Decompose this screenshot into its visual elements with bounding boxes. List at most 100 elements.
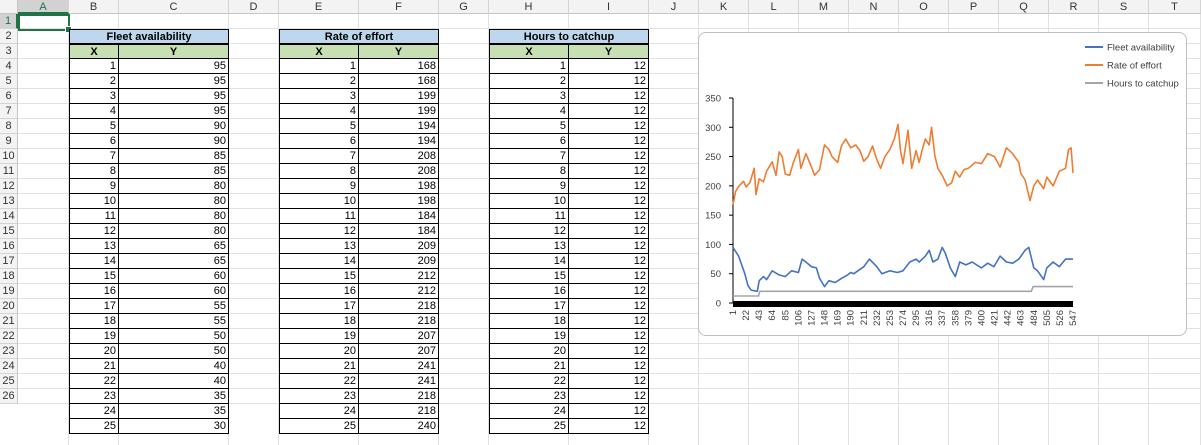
row-header-4[interactable]: 4 xyxy=(0,59,18,74)
row-header-12[interactable]: 12 xyxy=(0,179,18,194)
x-value-cell[interactable]: 25 xyxy=(69,419,119,434)
y-value-cell[interactable]: 85 xyxy=(118,164,229,179)
x-value-cell[interactable]: 2 xyxy=(69,74,119,89)
x-value-cell[interactable]: 4 xyxy=(489,104,569,119)
column-header-o[interactable]: O xyxy=(899,0,949,14)
x-value-cell[interactable]: 6 xyxy=(489,134,569,149)
y-value-cell[interactable]: 184 xyxy=(358,224,439,239)
y-value-cell[interactable]: 12 xyxy=(568,404,649,419)
x-value-cell[interactable]: 3 xyxy=(69,89,119,104)
x-value-cell[interactable]: 16 xyxy=(489,284,569,299)
y-value-cell[interactable]: 208 xyxy=(358,149,439,164)
y-value-cell[interactable]: 12 xyxy=(568,344,649,359)
y-value-cell[interactable]: 60 xyxy=(118,284,229,299)
x-value-cell[interactable]: 7 xyxy=(279,149,359,164)
row-header-25[interactable]: 25 xyxy=(0,374,18,389)
y-value-cell[interactable]: 212 xyxy=(358,284,439,299)
row-header-14[interactable]: 14 xyxy=(0,209,18,224)
y-value-cell[interactable]: 40 xyxy=(118,359,229,374)
x-value-cell[interactable]: 13 xyxy=(69,239,119,254)
column-header-b[interactable]: B xyxy=(69,0,119,14)
x-value-cell[interactable]: 20 xyxy=(279,344,359,359)
row-header-26[interactable]: 26 xyxy=(0,389,18,404)
x-value-cell[interactable]: 18 xyxy=(489,314,569,329)
x-value-cell[interactable]: 11 xyxy=(279,209,359,224)
x-value-cell[interactable]: 14 xyxy=(69,254,119,269)
x-value-cell[interactable]: 14 xyxy=(489,254,569,269)
row-header-6[interactable]: 6 xyxy=(0,89,18,104)
column-header-a[interactable]: A xyxy=(18,0,69,14)
x-value-cell[interactable]: 17 xyxy=(489,299,569,314)
x-value-cell[interactable]: 10 xyxy=(489,194,569,209)
y-value-cell[interactable]: 90 xyxy=(118,119,229,134)
y-value-cell[interactable]: 55 xyxy=(118,299,229,314)
y-value-cell[interactable]: 12 xyxy=(568,224,649,239)
x-value-cell[interactable]: 7 xyxy=(489,149,569,164)
x-value-cell[interactable]: 12 xyxy=(279,224,359,239)
x-value-cell[interactable]: 5 xyxy=(69,119,119,134)
y-value-cell[interactable]: 168 xyxy=(358,59,439,74)
y-value-cell[interactable]: 12 xyxy=(568,419,649,434)
column-header-t[interactable]: T xyxy=(1149,0,1201,14)
column-header-d[interactable]: D xyxy=(229,0,279,14)
row-header-2[interactable]: 2 xyxy=(0,29,18,44)
x-value-cell[interactable]: 25 xyxy=(489,419,569,434)
y-value-cell[interactable]: 85 xyxy=(118,149,229,164)
column-header-q[interactable]: Q xyxy=(999,0,1049,14)
row-header-15[interactable]: 15 xyxy=(0,224,18,239)
x-value-cell[interactable]: 8 xyxy=(69,164,119,179)
column-header-p[interactable]: P xyxy=(949,0,999,14)
select-all-corner[interactable] xyxy=(0,0,18,14)
column-header-l[interactable]: L xyxy=(749,0,799,14)
x-value-cell[interactable]: 24 xyxy=(489,404,569,419)
y-value-cell[interactable]: 218 xyxy=(358,299,439,314)
x-value-cell[interactable]: 11 xyxy=(69,209,119,224)
row-header-20[interactable]: 20 xyxy=(0,299,18,314)
row-header-17[interactable]: 17 xyxy=(0,254,18,269)
y-value-cell[interactable]: 218 xyxy=(358,404,439,419)
x-value-cell[interactable]: 9 xyxy=(489,179,569,194)
y-value-cell[interactable]: 65 xyxy=(118,254,229,269)
row-header-1[interactable]: 1 xyxy=(0,14,18,29)
y-value-cell[interactable]: 30 xyxy=(118,419,229,434)
x-value-cell[interactable]: 2 xyxy=(279,74,359,89)
y-value-cell[interactable]: 218 xyxy=(358,314,439,329)
column-header-n[interactable]: N xyxy=(849,0,899,14)
x-value-cell[interactable]: 21 xyxy=(489,359,569,374)
y-value-cell[interactable]: 199 xyxy=(358,89,439,104)
y-value-cell[interactable]: 12 xyxy=(568,119,649,134)
x-value-cell[interactable]: 22 xyxy=(489,374,569,389)
active-cell-a1[interactable] xyxy=(18,14,72,33)
x-value-cell[interactable]: 24 xyxy=(69,404,119,419)
x-value-cell[interactable]: 8 xyxy=(279,164,359,179)
x-value-cell[interactable]: 14 xyxy=(279,254,359,269)
x-value-cell[interactable]: 8 xyxy=(489,164,569,179)
x-value-cell[interactable]: 22 xyxy=(279,374,359,389)
y-value-cell[interactable]: 207 xyxy=(358,344,439,359)
x-value-cell[interactable]: 2 xyxy=(489,74,569,89)
y-value-cell[interactable]: 184 xyxy=(358,209,439,224)
row-header-16[interactable]: 16 xyxy=(0,239,18,254)
y-value-cell[interactable]: 207 xyxy=(358,329,439,344)
row-header-9[interactable]: 9 xyxy=(0,134,18,149)
column-header-k[interactable]: K xyxy=(699,0,749,14)
x-value-cell[interactable]: 18 xyxy=(69,314,119,329)
x-value-cell[interactable]: 3 xyxy=(279,89,359,104)
row-header-23[interactable]: 23 xyxy=(0,344,18,359)
x-value-cell[interactable]: 22 xyxy=(69,374,119,389)
x-value-cell[interactable]: 20 xyxy=(489,344,569,359)
y-value-cell[interactable]: 12 xyxy=(568,299,649,314)
y-value-cell[interactable]: 12 xyxy=(568,59,649,74)
x-value-cell[interactable]: 21 xyxy=(279,359,359,374)
y-value-cell[interactable]: 209 xyxy=(358,239,439,254)
column-header-i[interactable]: I xyxy=(569,0,649,14)
row-header-24[interactable]: 24 xyxy=(0,359,18,374)
x-value-cell[interactable]: 17 xyxy=(279,299,359,314)
x-value-cell[interactable]: 15 xyxy=(279,269,359,284)
y-value-cell[interactable]: 241 xyxy=(358,374,439,389)
y-value-cell[interactable]: 50 xyxy=(118,329,229,344)
row-header-18[interactable]: 18 xyxy=(0,269,18,284)
y-value-cell[interactable]: 168 xyxy=(358,74,439,89)
column-header-s[interactable]: S xyxy=(1099,0,1149,14)
row-header-21[interactable]: 21 xyxy=(0,314,18,329)
